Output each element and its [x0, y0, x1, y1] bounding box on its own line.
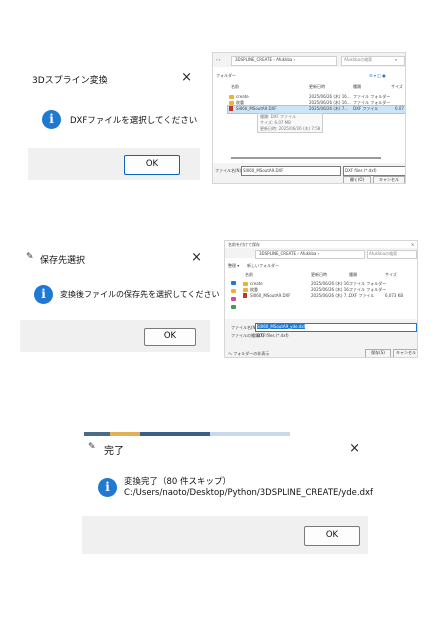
file-open-dialog-screenshot: ‹ › 3DSPLINE_CREATE › Afukkba › Afukkbaの…: [212, 52, 406, 184]
dialog-titlebar: ✎ 完了 ×: [82, 436, 368, 462]
dialog-title: 完了: [104, 446, 124, 457]
dialog-message: DXFファイルを選択してください: [70, 116, 198, 126]
nav-pane-icon[interactable]: [231, 289, 236, 293]
col-name[interactable]: 名前: [231, 84, 239, 90]
col-type[interactable]: 種類: [349, 272, 357, 278]
file-save-dialog-screenshot: 名前を付けて保存 × 3DSPLINE_CREATE › Afukkba › A…: [224, 240, 418, 358]
dialog-message-line1: 変換完了（80 件スキップ）: [124, 477, 232, 487]
row-date: 2025/06/26 (木) 7...: [311, 293, 351, 298]
filter-value: DXF files (*.dxf): [345, 168, 377, 173]
search-placeholder: Afukkbaの検索: [344, 57, 373, 62]
dialog-message-line2: C:/Users/naoto/Desktop/Python/3DSPLINE_C…: [124, 488, 374, 498]
col-date[interactable]: 更新日時: [311, 272, 327, 278]
close-icon[interactable]: ×: [191, 250, 202, 265]
toolbar-folder[interactable]: フォルダー: [216, 73, 236, 79]
dialog-body: i 変換完了（80 件スキップ） C:/Users/naoto/Desktop/…: [82, 462, 373, 516]
filename-value: SI060_MSoutA9.DXF: [243, 168, 284, 173]
folder-icon: [243, 282, 248, 286]
filename-value: SI060_MSoutA9_yde.dxf: [257, 324, 306, 329]
view-icon[interactable]: ☰ ▾ ◫ ●: [369, 73, 386, 78]
close-icon[interactable]: ×: [181, 70, 192, 85]
dialog-titlebar: 3Dスプライン変換 ×: [28, 68, 200, 90]
dialog-title: 3Dスプライン変換: [32, 76, 108, 86]
dialog-footer: OK: [20, 320, 210, 352]
row-type: DXF ファイル: [349, 293, 375, 298]
ok-button[interactable]: OK: [144, 328, 196, 346]
dialog-message: 変換後ファイルの保存先を選択してください: [60, 290, 220, 299]
folder-icon: [243, 288, 248, 292]
breadcrumb-text: 3DSPLINE_CREATE › Afukkba ›: [235, 57, 296, 62]
hide-folders-toggle[interactable]: へ フォルダーの非表示: [228, 351, 269, 357]
dialog-complete: ✎ 完了 × i 変換完了（80 件スキップ） C:/Users/naoto/D…: [82, 436, 373, 554]
dialog-body: i 変換後ファイルの保存先を選択してください: [20, 270, 220, 320]
close-icon[interactable]: ×: [349, 441, 360, 456]
row-name[interactable]: create: [250, 281, 263, 286]
dialog-3d-spline-convert: 3Dスプライン変換 × i DXFファイルを選択してください OK: [28, 68, 200, 180]
ok-button[interactable]: OK: [304, 526, 360, 546]
row-size: 6.07: [395, 106, 404, 111]
col-size[interactable]: サイズ: [391, 84, 403, 90]
col-name[interactable]: 名前: [245, 272, 253, 278]
dialog-title: 保存先選択: [40, 256, 86, 266]
cancel-button[interactable]: キャンセル: [373, 176, 405, 183]
row-name[interactable]: create: [236, 94, 249, 99]
nav-pane-icon[interactable]: [231, 305, 236, 309]
info-icon: i: [42, 110, 61, 129]
new-folder-button[interactable]: 新しいフォルダー: [247, 263, 279, 269]
row-name[interactable]: SI060_MSoutA9.DXF: [236, 106, 277, 111]
close-icon[interactable]: ×: [411, 242, 414, 247]
horizontal-scrollbar[interactable]: [231, 157, 381, 159]
search-icon: ⌕: [395, 57, 398, 62]
dxf-file-icon: [243, 293, 247, 298]
nav-pane-icon[interactable]: [231, 297, 236, 301]
nav-arrows-icon[interactable]: ‹ ›: [216, 57, 220, 62]
info-icon: i: [34, 285, 53, 304]
dialog-footer: OK: [82, 516, 368, 554]
row-date: 2025/06/26 (木) 7...: [309, 106, 349, 111]
open-button[interactable]: 開く(O): [343, 176, 371, 183]
cancel-button[interactable]: キャンセル: [393, 349, 417, 357]
feather-icon: ✎: [88, 442, 96, 452]
folder-icon: [229, 95, 234, 99]
ok-button[interactable]: OK: [124, 155, 180, 175]
dialog-save-location: ✎ 保存先選択 × i 変換後ファイルの保存先を選択してください OK: [20, 248, 220, 352]
search-placeholder: Afukkbaの検索: [369, 251, 398, 256]
save-button[interactable]: 保存(S): [365, 349, 391, 357]
dialog-body: i DXFファイルを選択してください: [28, 90, 200, 148]
filename-label: ファイル名(N):: [215, 168, 243, 173]
col-date[interactable]: 更新日時: [309, 84, 325, 90]
row-type: DXF ファイル: [353, 106, 379, 111]
dialog-footer: OK: [28, 148, 200, 180]
nav-pane-icon[interactable]: [231, 281, 236, 285]
row-size: 6,073 KB: [385, 293, 404, 298]
col-type[interactable]: 種類: [353, 84, 361, 90]
filetype-value[interactable]: DXF files (*.dxf): [257, 333, 289, 338]
info-icon: i: [98, 478, 117, 497]
organize-menu[interactable]: 整理 ▾: [228, 263, 239, 269]
breadcrumb-text: 3DSPLINE_CREATE › Afukkba ›: [259, 251, 320, 256]
dialog-titlebar: ✎ 保存先選択 ×: [20, 248, 210, 270]
row-name[interactable]: SI060_MSoutA9.DXF: [250, 293, 291, 298]
feather-icon: ✎: [26, 252, 34, 262]
tooltip-line: 更新日時: 2025/06/26 (木) 7:58: [260, 126, 321, 131]
col-size[interactable]: サイズ: [385, 272, 397, 278]
dxf-file-icon: [229, 106, 233, 111]
